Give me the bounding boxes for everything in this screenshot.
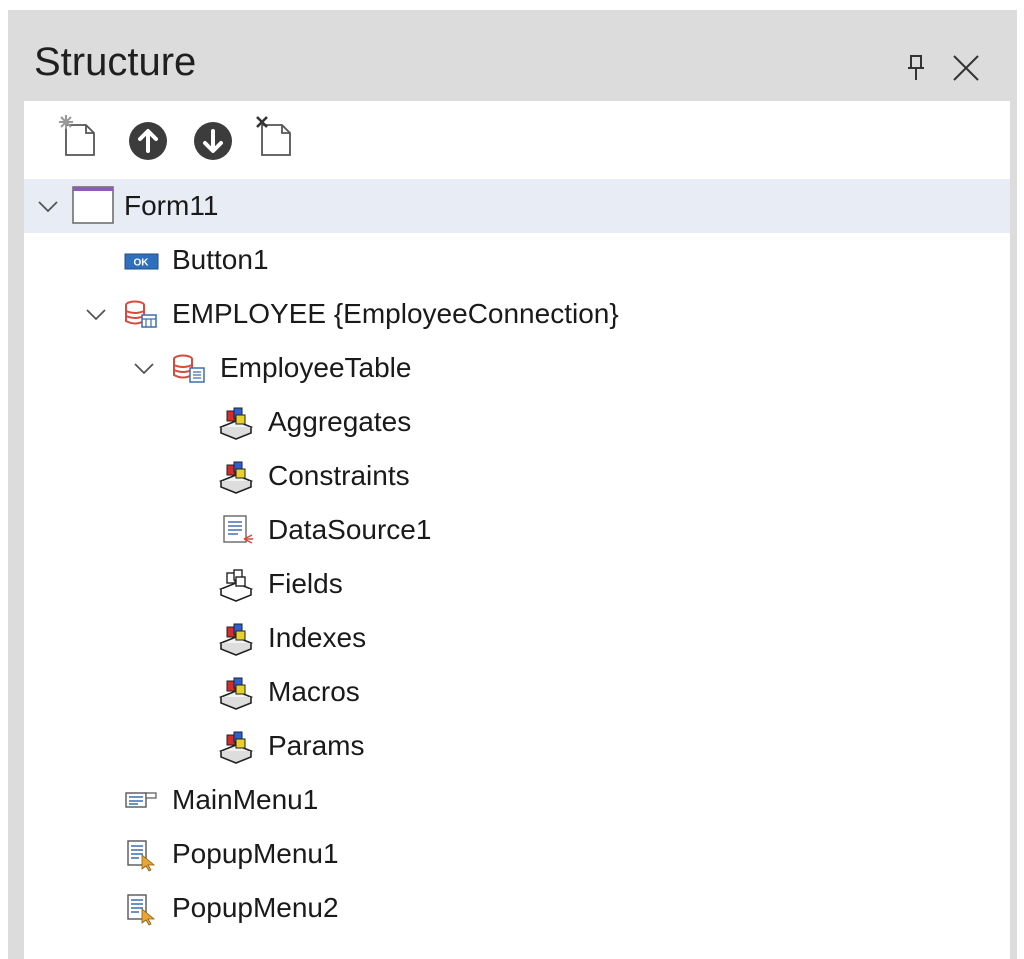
new-item-icon[interactable] xyxy=(52,111,102,161)
tree-node-label: PopupMenu2 xyxy=(172,892,339,923)
delete-item-icon[interactable] xyxy=(248,111,298,161)
tree-node-popupmenu2[interactable]: PopupMenu2 xyxy=(24,881,1010,935)
tree-node-label: Aggregates xyxy=(268,406,412,437)
tree-node-label: Fields xyxy=(268,568,343,599)
toolbar xyxy=(40,101,440,171)
database-table-icon xyxy=(172,351,208,387)
collection-colored-icon xyxy=(218,405,254,441)
tree-node-label: DataSource1 xyxy=(268,514,432,545)
chevron-down-icon[interactable] xyxy=(84,302,108,326)
move-down-icon[interactable] xyxy=(185,111,235,161)
tree-node-mainmenu1[interactable]: MainMenu1 xyxy=(24,773,1010,827)
collection-colored-icon xyxy=(218,621,254,657)
tree-node-label: Constraints xyxy=(268,460,410,491)
collection-colored-icon xyxy=(218,459,254,495)
collection-colored-icon xyxy=(218,675,254,711)
main-menu-icon xyxy=(124,783,160,819)
tree-node-popupmenu1[interactable]: PopupMenu1 xyxy=(24,827,1010,881)
tree-node-fields[interactable]: Fields xyxy=(24,557,1010,611)
close-icon[interactable] xyxy=(948,50,984,86)
tree-node-employee-connection[interactable]: EMPLOYEE {EmployeeConnection} xyxy=(24,287,1010,341)
tree-node-label: Form11 xyxy=(124,190,219,221)
popup-menu-icon xyxy=(124,837,160,873)
panel-title: Structure xyxy=(34,40,197,84)
tree-node-employee-table[interactable]: EmployeeTable xyxy=(24,341,1010,395)
tree-node-label: Macros xyxy=(268,676,360,707)
svg-text:OK: OK xyxy=(134,258,150,269)
tree-node-datasource1[interactable]: DataSource1 xyxy=(24,503,1010,557)
form-icon xyxy=(72,185,116,225)
chevron-down-icon[interactable] xyxy=(132,356,156,380)
tree-node-params[interactable]: Params xyxy=(24,719,1010,773)
collection-colored-icon xyxy=(218,729,254,765)
tree-node-aggregates[interactable]: Aggregates xyxy=(24,395,1010,449)
tree-node-macros[interactable]: Macros xyxy=(24,665,1010,719)
chevron-down-icon[interactable] xyxy=(36,194,60,218)
structure-window: Structure Form11 OK Button1 EMPLOYEE {Em… xyxy=(8,10,1017,959)
tree-node-label: EmployeeTable xyxy=(220,352,412,383)
popup-menu-icon xyxy=(124,891,160,927)
tree-node-label: Params xyxy=(268,730,365,761)
tree-node-constraints[interactable]: Constraints xyxy=(24,449,1010,503)
tree-node-form11[interactable]: Form11 xyxy=(24,179,1010,233)
tree-node-label: Button1 xyxy=(172,244,269,275)
datasource-icon xyxy=(220,513,256,549)
database-connection-icon xyxy=(124,297,160,333)
collection-plain-icon xyxy=(218,567,254,603)
tree-node-indexes[interactable]: Indexes xyxy=(24,611,1010,665)
button-component-icon: OK xyxy=(124,243,160,279)
tree-node-label: PopupMenu1 xyxy=(172,838,339,869)
structure-panel: Form11 OK Button1 EMPLOYEE {EmployeeConn… xyxy=(24,101,1010,959)
move-up-icon[interactable] xyxy=(120,111,170,161)
tree-node-button1[interactable]: OK Button1 xyxy=(24,233,1010,287)
pin-icon[interactable] xyxy=(898,50,934,86)
tree-node-label: MainMenu1 xyxy=(172,784,319,815)
tree-node-label: Indexes xyxy=(268,622,367,653)
tree-node-label: EMPLOYEE {EmployeeConnection} xyxy=(172,298,619,329)
